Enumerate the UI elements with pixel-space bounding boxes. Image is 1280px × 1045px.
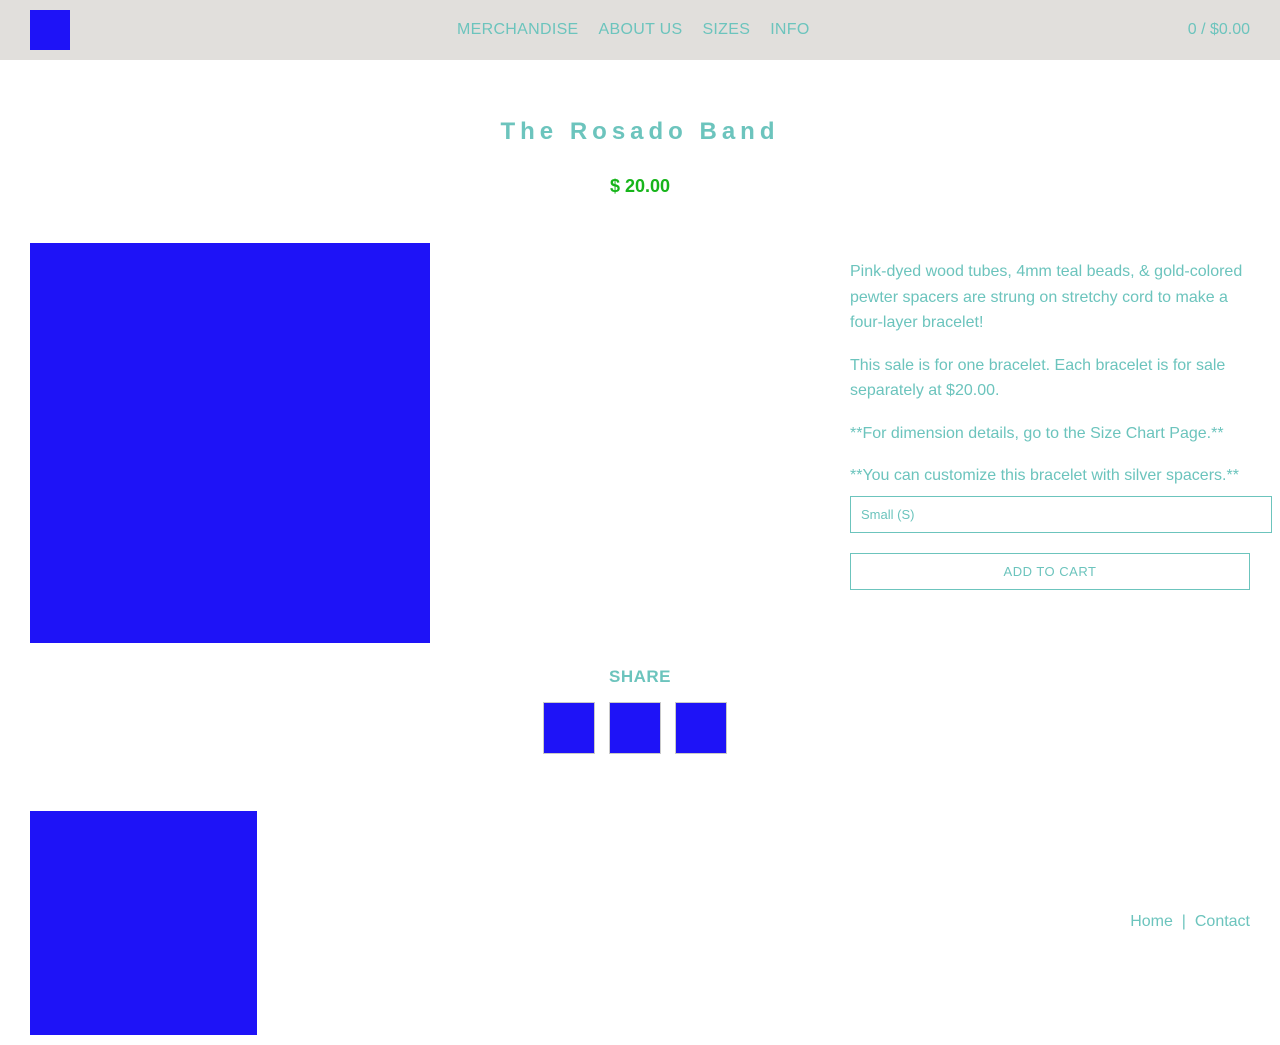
size-select[interactable]: Small (S) <box>850 496 1272 533</box>
footer-logo-image <box>30 811 257 1035</box>
product-image[interactable] <box>30 243 430 643</box>
main-nav: MERCHANDISE ABOUT US SIZES INFO <box>447 0 820 60</box>
description-paragraph: This sale is for one bracelet. Each brac… <box>850 356 1226 400</box>
logo-icon[interactable] <box>30 10 70 50</box>
nav-item-about-us[interactable]: ABOUT US <box>589 21 693 39</box>
nav-item-merchandise[interactable]: MERCHANDISE <box>447 21 589 39</box>
nav-item-sizes[interactable]: SIZES <box>692 21 760 39</box>
footer-contact-link[interactable]: Contact <box>1195 913 1250 930</box>
footer-home-link[interactable]: Home <box>1130 913 1173 930</box>
cart-link[interactable]: 0 / $0.00 <box>1188 0 1250 60</box>
description-paragraph: **You can customize this bracelet with s… <box>850 467 1239 484</box>
share-icons <box>543 702 727 754</box>
footer-links: Home | Contact <box>1130 913 1250 931</box>
share-icon[interactable] <box>609 702 661 754</box>
product-title: The Rosado Band <box>500 118 780 145</box>
share-icon[interactable] <box>675 702 727 754</box>
product-price: $ 20.00 <box>609 176 671 196</box>
site-header: MERCHANDISE ABOUT US SIZES INFO 0 / $0.0… <box>0 0 1280 60</box>
footer-separator: | <box>1177 913 1191 930</box>
product-description: Pink-dyed wood tubes, 4mm teal beads, & … <box>850 259 1250 506</box>
share-label: SHARE <box>608 667 671 686</box>
add-to-cart-button[interactable]: ADD TO CART <box>850 553 1250 590</box>
share-icon[interactable] <box>543 702 595 754</box>
description-paragraph: **For dimension details, go to the Size … <box>850 424 1224 442</box>
description-paragraph: Pink-dyed wood tubes, 4mm teal beads, & … <box>850 263 1243 331</box>
nav-item-info[interactable]: INFO <box>760 21 819 39</box>
